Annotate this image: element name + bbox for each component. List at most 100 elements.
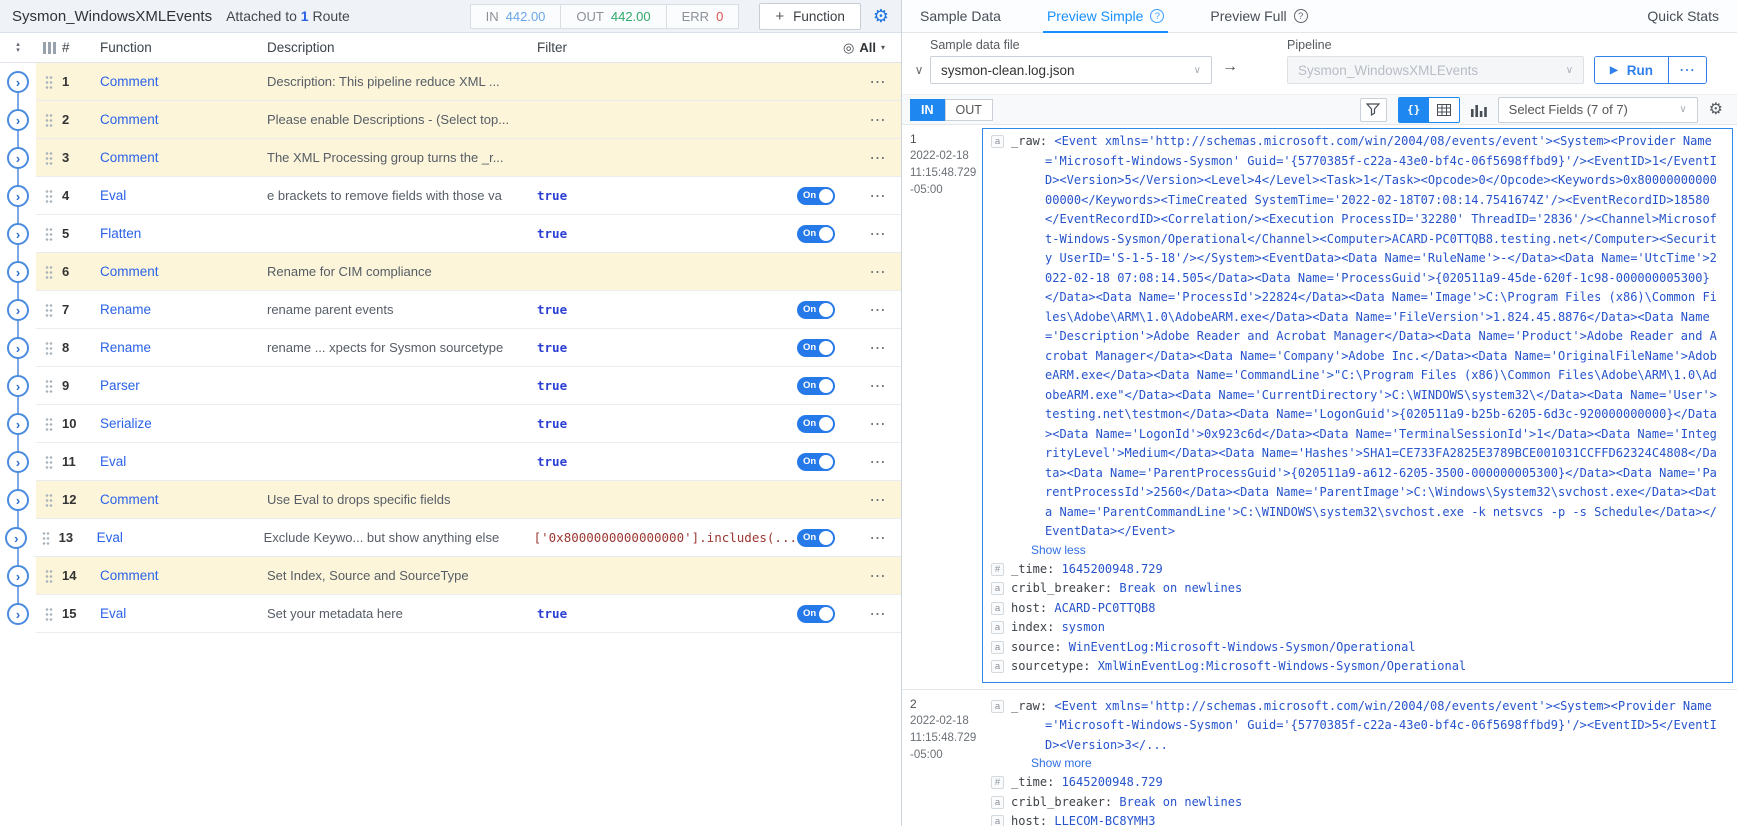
- type-badge-string: a: [991, 700, 1004, 713]
- run-label: Run: [1627, 63, 1653, 78]
- function-name-link[interactable]: Rename: [100, 302, 267, 317]
- drag-handle[interactable]: [36, 379, 62, 393]
- drag-dots-icon: [45, 607, 53, 621]
- expand-function-button[interactable]: ›: [7, 261, 29, 283]
- on-off-toggle[interactable]: On: [797, 301, 835, 319]
- function-name-link[interactable]: Comment: [100, 568, 267, 583]
- preview-settings-gear-icon[interactable]: ⚙: [1709, 102, 1723, 118]
- expand-function-button[interactable]: ›: [5, 527, 27, 549]
- on-off-toggle[interactable]: On: [797, 453, 835, 471]
- expand-function-button[interactable]: ›: [7, 147, 29, 169]
- event-row[interactable]: 22022-02-1811:15:48.729-05:00a_raw: <Eve…: [902, 690, 1737, 826]
- expand-function-button[interactable]: ›: [7, 375, 29, 397]
- row-menu-button[interactable]: ⋯: [855, 72, 901, 92]
- row-menu-button[interactable]: ⋯: [855, 528, 901, 548]
- expand-function-button[interactable]: ›: [7, 413, 29, 435]
- function-name-link[interactable]: Comment: [100, 492, 267, 507]
- expand-function-button[interactable]: ›: [7, 299, 29, 321]
- row-menu-button[interactable]: ⋯: [855, 262, 901, 282]
- drag-handle[interactable]: [36, 113, 62, 127]
- collapse-chevron-icon[interactable]: ∨: [908, 63, 930, 84]
- quick-stats-link[interactable]: Quick Stats: [1647, 8, 1719, 24]
- drag-handle[interactable]: [36, 341, 62, 355]
- json-view-button[interactable]: {}: [1399, 98, 1429, 122]
- tab-sample-data[interactable]: Sample Data: [920, 0, 1001, 32]
- add-function-button[interactable]: + Function: [759, 3, 861, 30]
- function-name-link[interactable]: Flatten: [100, 226, 267, 241]
- function-name-link[interactable]: Comment: [100, 150, 267, 165]
- function-name-link[interactable]: Serialize: [100, 416, 267, 431]
- select-fields-dropdown[interactable]: Select Fields (7 of 7) ∨: [1498, 97, 1698, 123]
- tab-preview-full[interactable]: Preview Full ?: [1210, 0, 1307, 32]
- drag-handle[interactable]: [36, 303, 62, 317]
- drag-handle[interactable]: [36, 455, 62, 469]
- toggle-cell: On: [797, 187, 855, 205]
- expand-function-button[interactable]: ›: [7, 603, 29, 625]
- on-off-toggle[interactable]: On: [797, 187, 835, 205]
- pipeline-settings-gear-icon[interactable]: ⚙: [873, 7, 889, 25]
- function-name-link[interactable]: Eval: [100, 606, 267, 621]
- drag-handle[interactable]: [36, 417, 62, 431]
- sort-icon[interactable]: ▴▾: [16, 42, 20, 54]
- function-name-link[interactable]: Rename: [100, 340, 267, 355]
- row-menu-button[interactable]: ⋯: [855, 604, 901, 624]
- function-name-link[interactable]: Eval: [100, 188, 267, 203]
- run-more-button[interactable]: ⋯: [1668, 57, 1706, 83]
- function-name-link[interactable]: Comment: [100, 264, 267, 279]
- run-button[interactable]: ▶ Run: [1595, 57, 1668, 83]
- expand-function-button[interactable]: ›: [7, 223, 29, 245]
- columns-icon[interactable]: [43, 42, 56, 54]
- expand-function-button[interactable]: ›: [7, 337, 29, 359]
- tab-preview-simple[interactable]: Preview Simple ?: [1047, 0, 1164, 32]
- in-toggle[interactable]: IN: [910, 99, 945, 121]
- expand-function-button[interactable]: ›: [7, 489, 29, 511]
- row-menu-button[interactable]: ⋯: [855, 224, 901, 244]
- drag-handle[interactable]: [36, 569, 62, 583]
- on-off-toggle[interactable]: On: [797, 377, 835, 395]
- on-off-toggle[interactable]: On: [797, 605, 835, 623]
- expand-function-button[interactable]: ›: [7, 451, 29, 473]
- show-toggle-link[interactable]: Show less: [1031, 543, 1724, 557]
- expand-function-button[interactable]: ›: [7, 109, 29, 131]
- out-toggle[interactable]: OUT: [945, 99, 993, 121]
- drag-handle[interactable]: [36, 227, 62, 241]
- show-toggle-link[interactable]: Show more: [1031, 756, 1724, 770]
- function-name-link[interactable]: Comment: [100, 74, 267, 89]
- on-off-toggle[interactable]: On: [797, 529, 835, 547]
- row-menu-button[interactable]: ⋯: [855, 566, 901, 586]
- filter-funnel-button[interactable]: [1360, 98, 1387, 122]
- sample-file-select[interactable]: sysmon-clean.log.json ∨: [930, 56, 1212, 84]
- function-name-link[interactable]: Comment: [100, 112, 267, 127]
- all-filter-dropdown[interactable]: ◎ All ▾: [791, 40, 901, 56]
- function-name-link[interactable]: Eval: [97, 530, 264, 545]
- row-menu-button[interactable]: ⋯: [855, 338, 901, 358]
- function-name-link[interactable]: Parser: [100, 378, 267, 393]
- drag-handle[interactable]: [36, 265, 62, 279]
- drag-handle[interactable]: [36, 75, 62, 89]
- drag-handle[interactable]: [36, 607, 62, 621]
- on-off-toggle[interactable]: On: [797, 339, 835, 357]
- row-menu-button[interactable]: ⋯: [855, 414, 901, 434]
- drag-handle[interactable]: [36, 151, 62, 165]
- row-menu-button[interactable]: ⋯: [855, 148, 901, 168]
- event-row[interactable]: 12022-02-1811:15:48.729-05:00a_raw: <Eve…: [902, 125, 1737, 690]
- drag-handle[interactable]: [36, 189, 62, 203]
- on-off-toggle[interactable]: On: [797, 225, 835, 243]
- drag-handle[interactable]: [36, 493, 62, 507]
- row-menu-button[interactable]: ⋯: [855, 376, 901, 396]
- row-menu-button[interactable]: ⋯: [855, 490, 901, 510]
- function-name-link[interactable]: Eval: [100, 454, 267, 469]
- on-off-toggle[interactable]: On: [797, 415, 835, 433]
- expand-function-button[interactable]: ›: [7, 185, 29, 207]
- row-number: 10: [62, 416, 100, 431]
- route-count-link[interactable]: 1: [301, 8, 309, 24]
- row-menu-button[interactable]: ⋯: [855, 186, 901, 206]
- table-view-button[interactable]: [1429, 98, 1459, 122]
- expand-function-button[interactable]: ›: [7, 565, 29, 587]
- expand-function-button[interactable]: ›: [7, 71, 29, 93]
- chart-view-button[interactable]: [1471, 103, 1487, 117]
- row-menu-button[interactable]: ⋯: [855, 110, 901, 130]
- row-menu-button[interactable]: ⋯: [855, 452, 901, 472]
- drag-handle[interactable]: [33, 531, 59, 545]
- row-menu-button[interactable]: ⋯: [855, 300, 901, 320]
